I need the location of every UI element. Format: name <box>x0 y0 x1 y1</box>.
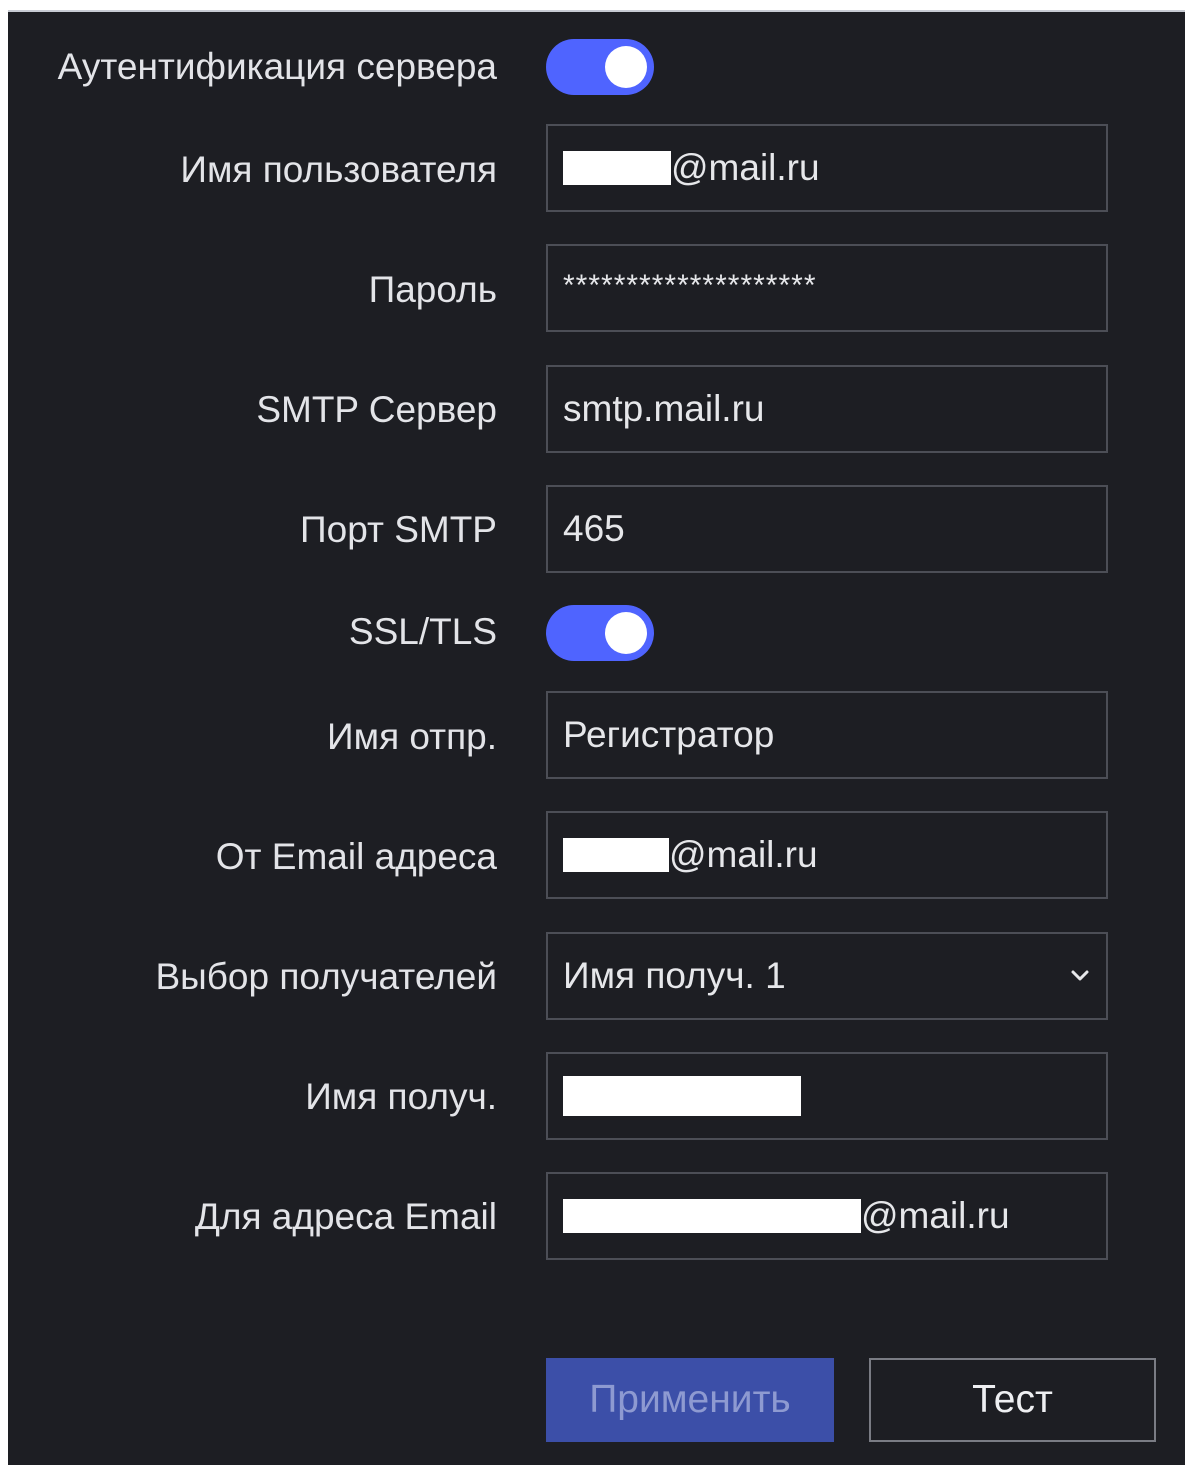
from-email-value: @mail.ru <box>669 834 818 875</box>
recipient-select[interactable]: Имя получ. 1 <box>546 932 1108 1020</box>
recipient-select-label: Выбор получателей <box>155 956 497 997</box>
server-auth-label: Аутентификация сервера <box>57 46 497 87</box>
password-value: ******************** <box>563 269 817 302</box>
smtp-port-value: 465 <box>563 508 625 549</box>
from-email-label: От Email адреса <box>215 836 497 877</box>
sender-name-field[interactable]: Регистратор <box>546 691 1108 779</box>
apply-button[interactable]: Применить <box>546 1358 834 1442</box>
to-email-label: Для адреса Email <box>194 1196 497 1237</box>
ssl-tls-toggle[interactable] <box>546 605 654 661</box>
recipient-name-label: Имя получ. <box>305 1076 497 1117</box>
username-field[interactable]: @mail.ru <box>546 124 1108 212</box>
redacted-block <box>563 1076 801 1116</box>
recipient-name-field[interactable] <box>546 1052 1108 1140</box>
username-value: @mail.ru <box>671 147 820 188</box>
ssl-tls-label: SSL/TLS <box>348 611 497 652</box>
chevron-down-icon <box>1071 970 1089 981</box>
test-button[interactable]: Тест <box>869 1358 1156 1442</box>
smtp-port-label: Порт SMTP <box>300 509 497 550</box>
password-field[interactable]: ******************** <box>546 244 1108 332</box>
smtp-server-field[interactable]: smtp.mail.ru <box>546 365 1108 453</box>
server-auth-toggle[interactable] <box>546 39 654 95</box>
sender-name-label: Имя отпр. <box>327 716 497 757</box>
smtp-port-field[interactable]: 465 <box>546 485 1108 573</box>
to-email-value: @mail.ru <box>861 1195 1010 1236</box>
smtp-server-value: smtp.mail.ru <box>563 388 765 429</box>
sender-name-value: Регистратор <box>563 714 775 755</box>
to-email-field[interactable]: @mail.ru <box>546 1172 1108 1260</box>
redacted-block <box>563 838 669 872</box>
from-email-field[interactable]: @mail.ru <box>546 811 1108 899</box>
password-label: Пароль <box>368 269 497 310</box>
redacted-block <box>563 151 671 185</box>
smtp-server-label: SMTP Сервер <box>256 389 497 430</box>
toggle-knob <box>605 46 647 88</box>
recipient-select-value: Имя получ. 1 <box>563 955 786 996</box>
toggle-knob <box>605 612 647 654</box>
redacted-block <box>563 1199 861 1233</box>
username-label: Имя пользователя <box>180 149 497 190</box>
